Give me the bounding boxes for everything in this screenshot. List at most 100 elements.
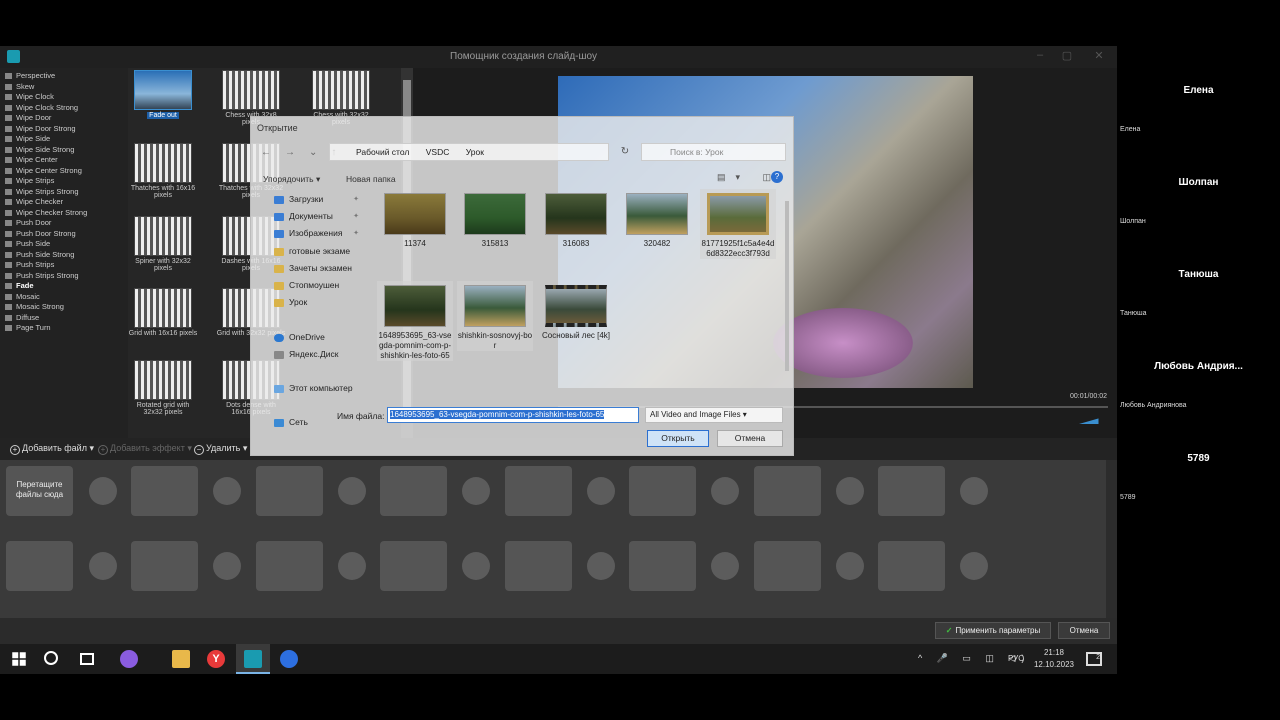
nav-item[interactable]: OneDrive: [269, 329, 369, 346]
transition-slot[interactable]: [462, 477, 490, 505]
effect-item[interactable]: Diffuse: [0, 313, 128, 324]
effect-item[interactable]: Wipe Checker: [0, 197, 128, 208]
transition-slot[interactable]: [338, 552, 366, 580]
thumb-rotated-grid[interactable]: Rotated grid with 32x32 pixels: [128, 360, 198, 416]
filename-input[interactable]: 1648953695_63-vsegda-pomnim-com-p-shishk…: [387, 407, 639, 423]
storyboard-slot[interactable]: [754, 466, 821, 516]
pin-icon[interactable]: ✦: [353, 208, 359, 225]
nav-item[interactable]: Стопмоушен: [269, 277, 369, 294]
alice-assistant-icon[interactable]: [120, 650, 138, 668]
file-item[interactable]: 320482: [619, 189, 695, 249]
effect-item[interactable]: Mosaic: [0, 292, 128, 303]
search-icon[interactable]: [44, 651, 58, 665]
file-item[interactable]: 81771925f1c5a4e4d6d8322ecc3f793d: [700, 189, 776, 259]
effect-item[interactable]: Wipe Center: [0, 155, 128, 166]
storyboard-slot[interactable]: [380, 466, 447, 516]
address-bar[interactable]: Рабочий стол VSDC Урок: [329, 143, 609, 161]
file-item[interactable]: Сосновый лес [4k]: [538, 281, 614, 341]
windows-start-icon[interactable]: [12, 652, 26, 666]
volume-icon[interactable]: [1079, 416, 1107, 424]
organize-button[interactable]: Упорядочить ▾: [263, 174, 320, 185]
storyboard-scrollbar[interactable]: [1106, 460, 1117, 618]
file-explorer-icon[interactable]: [172, 650, 190, 668]
minimize-button[interactable]: –: [1025, 49, 1055, 65]
apply-settings-button[interactable]: ✓ Применить параметры: [935, 622, 1051, 639]
drop-files-slot[interactable]: Перетащите файлы сюда: [6, 466, 73, 516]
effect-item[interactable]: Fade: [0, 281, 128, 292]
file-item[interactable]: 315813: [457, 189, 533, 249]
transition-slot[interactable]: [338, 477, 366, 505]
clock[interactable]: 21:18 12.10.2023: [1030, 647, 1078, 671]
search-input[interactable]: Поиск в: Урок: [641, 143, 786, 161]
refresh-icon[interactable]: ↻: [616, 143, 634, 161]
transition-slot[interactable]: [960, 477, 988, 505]
thumb-grid-16[interactable]: Grid with 16x16 pixels: [128, 288, 198, 337]
close-button[interactable]: ✕: [1084, 49, 1114, 65]
breadcrumb-desktop[interactable]: Рабочий стол: [356, 147, 409, 157]
cancel-button[interactable]: Отмена: [1058, 622, 1110, 639]
storyboard-slot[interactable]: [754, 541, 821, 591]
storyboard-slot[interactable]: [878, 466, 945, 516]
storyboard-slot[interactable]: [629, 541, 696, 591]
effect-item[interactable]: Mosaic Strong: [0, 302, 128, 313]
transition-slot[interactable]: [213, 552, 241, 580]
files-scrollbar[interactable]: [783, 191, 791, 397]
storyboard-slot[interactable]: [505, 466, 572, 516]
thumb-fade-out[interactable]: Fade out: [128, 70, 198, 119]
transition-slot[interactable]: [836, 552, 864, 580]
language-indicator[interactable]: РУС: [1008, 654, 1024, 663]
effect-item[interactable]: Wipe Checker Strong: [0, 208, 128, 219]
nav-item[interactable]: Урок: [269, 294, 369, 311]
effect-item[interactable]: Wipe Clock: [0, 92, 128, 103]
storyboard-slot[interactable]: [131, 541, 198, 591]
nav-item[interactable]: Загрузки ✦: [269, 191, 369, 208]
transition-slot[interactable]: [711, 477, 739, 505]
pin-icon[interactable]: ✦: [353, 225, 359, 242]
effect-item[interactable]: Wipe Clock Strong: [0, 103, 128, 114]
effect-item[interactable]: Page Turn: [0, 323, 128, 334]
transition-slot[interactable]: [960, 552, 988, 580]
nav-item[interactable]: Зачеты экзамен: [269, 260, 369, 277]
breadcrumb-vsdc[interactable]: VSDC: [426, 147, 450, 157]
effect-item[interactable]: Wipe Side Strong: [0, 145, 128, 156]
thumb-spiner[interactable]: Spiner with 32x32 pixels: [128, 216, 198, 272]
file-item[interactable]: 316083: [538, 189, 614, 249]
scroll-thumb[interactable]: [785, 201, 789, 371]
file-item[interactable]: shishkin-sosnovyj-bor: [457, 281, 533, 351]
maximize-button[interactable]: ▢: [1052, 49, 1082, 65]
transition-slot[interactable]: [462, 552, 490, 580]
file-item[interactable]: 1648953695_63-vsegda-pomnim-com-p-shishk…: [377, 281, 453, 361]
new-folder-button[interactable]: Новая папка: [346, 174, 396, 184]
nav-item[interactable]: Яндекс.Диск: [269, 346, 369, 363]
vsdc-app-icon[interactable]: [244, 650, 262, 668]
effect-item[interactable]: Push Side: [0, 239, 128, 250]
storyboard-slot[interactable]: [380, 541, 447, 591]
open-button[interactable]: Открыть: [647, 430, 709, 447]
transition-slot[interactable]: [836, 477, 864, 505]
storyboard-slot[interactable]: [256, 541, 323, 591]
effect-item[interactable]: Push Strips: [0, 260, 128, 271]
transition-slot[interactable]: [89, 552, 117, 580]
nav-item[interactable]: готовые экзаме: [269, 243, 369, 260]
storyboard-slot[interactable]: [6, 541, 73, 591]
notifications-icon[interactable]: 2: [1086, 652, 1102, 666]
effect-item[interactable]: Wipe Side: [0, 134, 128, 145]
effect-item[interactable]: Push Door: [0, 218, 128, 229]
zoom-app-icon[interactable]: [280, 650, 298, 668]
pin-icon[interactable]: ✦: [353, 191, 359, 208]
help-icon[interactable]: ?: [771, 171, 783, 183]
effect-item[interactable]: Wipe Door: [0, 113, 128, 124]
nav-item[interactable]: Изображения ✦: [269, 225, 369, 242]
file-type-select[interactable]: All Video and Image Files ▾: [645, 407, 783, 423]
transition-slot[interactable]: [213, 477, 241, 505]
storyboard-slot[interactable]: [131, 466, 198, 516]
storyboard-slot[interactable]: [256, 466, 323, 516]
transition-slot[interactable]: [711, 552, 739, 580]
effect-item[interactable]: Wipe Strips: [0, 176, 128, 187]
nav-item[interactable]: Этот компьютер: [269, 380, 369, 397]
effect-item[interactable]: Wipe Center Strong: [0, 166, 128, 177]
file-item[interactable]: 11374: [377, 189, 453, 249]
storyboard-slot[interactable]: [629, 466, 696, 516]
breadcrumb-urok[interactable]: Урок: [466, 147, 484, 157]
effect-item[interactable]: Push Door Strong: [0, 229, 128, 240]
